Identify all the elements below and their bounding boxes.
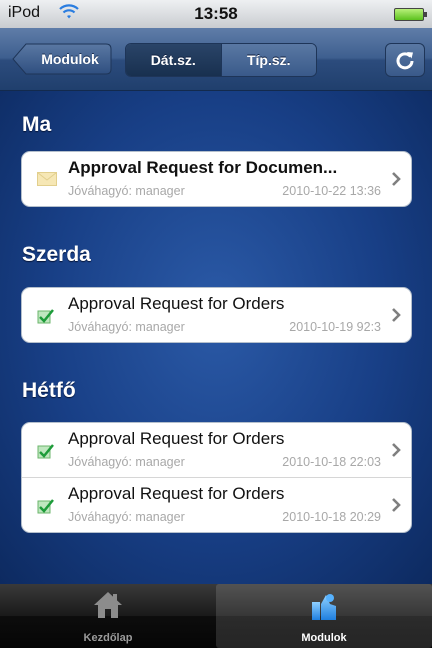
list-item[interactable]: Approval Request for Documen... Jóváhagy… xyxy=(22,152,411,206)
section-title-today: Ma xyxy=(22,113,52,136)
list-item[interactable]: Approval Request for Orders Jóváhagyó: m… xyxy=(22,477,411,532)
back-button[interactable]: Modulok xyxy=(12,43,112,75)
checkmark-doc-icon xyxy=(37,498,55,519)
checkmark-doc-icon xyxy=(37,308,55,329)
tab-home-label: Kezdőlap xyxy=(83,632,133,644)
item-title: Approval Request for Documen... xyxy=(68,158,338,177)
section-wednesday-list: Approval Request for Orders Jóváhagyó: m… xyxy=(21,287,412,343)
item-approver: Jóváhagyó: manager xyxy=(68,184,185,198)
item-approver: Jóváhagyó: manager xyxy=(68,510,185,524)
navigation-bar: Modulok Dát.sz. Típ.sz. xyxy=(0,28,432,91)
tab-bar: Kezdőlap Modulok xyxy=(0,584,432,648)
refresh-button[interactable] xyxy=(385,43,425,77)
tab-modules[interactable]: Modulok xyxy=(216,584,432,648)
refresh-icon xyxy=(396,52,414,70)
battery-icon xyxy=(394,8,427,21)
tab-home[interactable]: Kezdőlap xyxy=(0,584,216,648)
item-title: Approval Request for Orders xyxy=(68,429,285,448)
content-area: Ma Approval Request for Documen... Jóváh… xyxy=(0,91,432,584)
chevron-right-icon xyxy=(391,497,401,518)
segment-by-date[interactable]: Dát.sz. xyxy=(126,44,221,76)
sort-segmented-control: Dát.sz. Típ.sz. xyxy=(125,43,317,77)
list-item[interactable]: Approval Request for Orders Jóváhagyó: m… xyxy=(22,288,411,342)
list-item[interactable]: Approval Request for Orders Jóváhagyó: m… xyxy=(22,423,411,477)
item-title: Approval Request for Orders xyxy=(68,484,285,503)
modules-icon xyxy=(308,590,340,627)
item-approver: Jóváhagyó: manager xyxy=(68,320,185,334)
envelope-icon xyxy=(37,172,57,191)
section-title-monday: Hétfő xyxy=(22,379,76,402)
item-title: Approval Request for Orders xyxy=(68,294,285,313)
chevron-right-icon xyxy=(391,307,401,328)
item-date: 2010-10-22 13:36 xyxy=(282,184,381,198)
status-time: 13:58 xyxy=(194,4,238,23)
section-monday-list: Approval Request for Orders Jóváhagyó: m… xyxy=(21,422,412,533)
app-screen: iPod 13:58 Modulok Dát.sz. Típ.sz. Ma Ap… xyxy=(0,0,432,648)
chevron-right-icon xyxy=(391,442,401,463)
tab-modules-label: Modulok xyxy=(301,632,347,644)
back-button-label: Modulok xyxy=(41,51,99,67)
item-approver: Jóváhagyó: manager xyxy=(68,455,185,469)
status-bar: iPod 13:58 xyxy=(0,0,432,28)
segment-by-type[interactable]: Típ.sz. xyxy=(220,44,316,76)
section-today-list: Approval Request for Documen... Jóváhagy… xyxy=(21,151,412,207)
item-date: 2010-10-18 22:03 xyxy=(282,455,381,469)
checkmark-doc-icon xyxy=(37,443,55,464)
home-icon xyxy=(92,590,124,625)
item-date: 2010-10-19 92:3 xyxy=(289,320,381,334)
chevron-right-icon xyxy=(391,171,401,192)
section-title-wednesday: Szerda xyxy=(22,243,91,266)
item-date: 2010-10-18 20:29 xyxy=(282,510,381,524)
